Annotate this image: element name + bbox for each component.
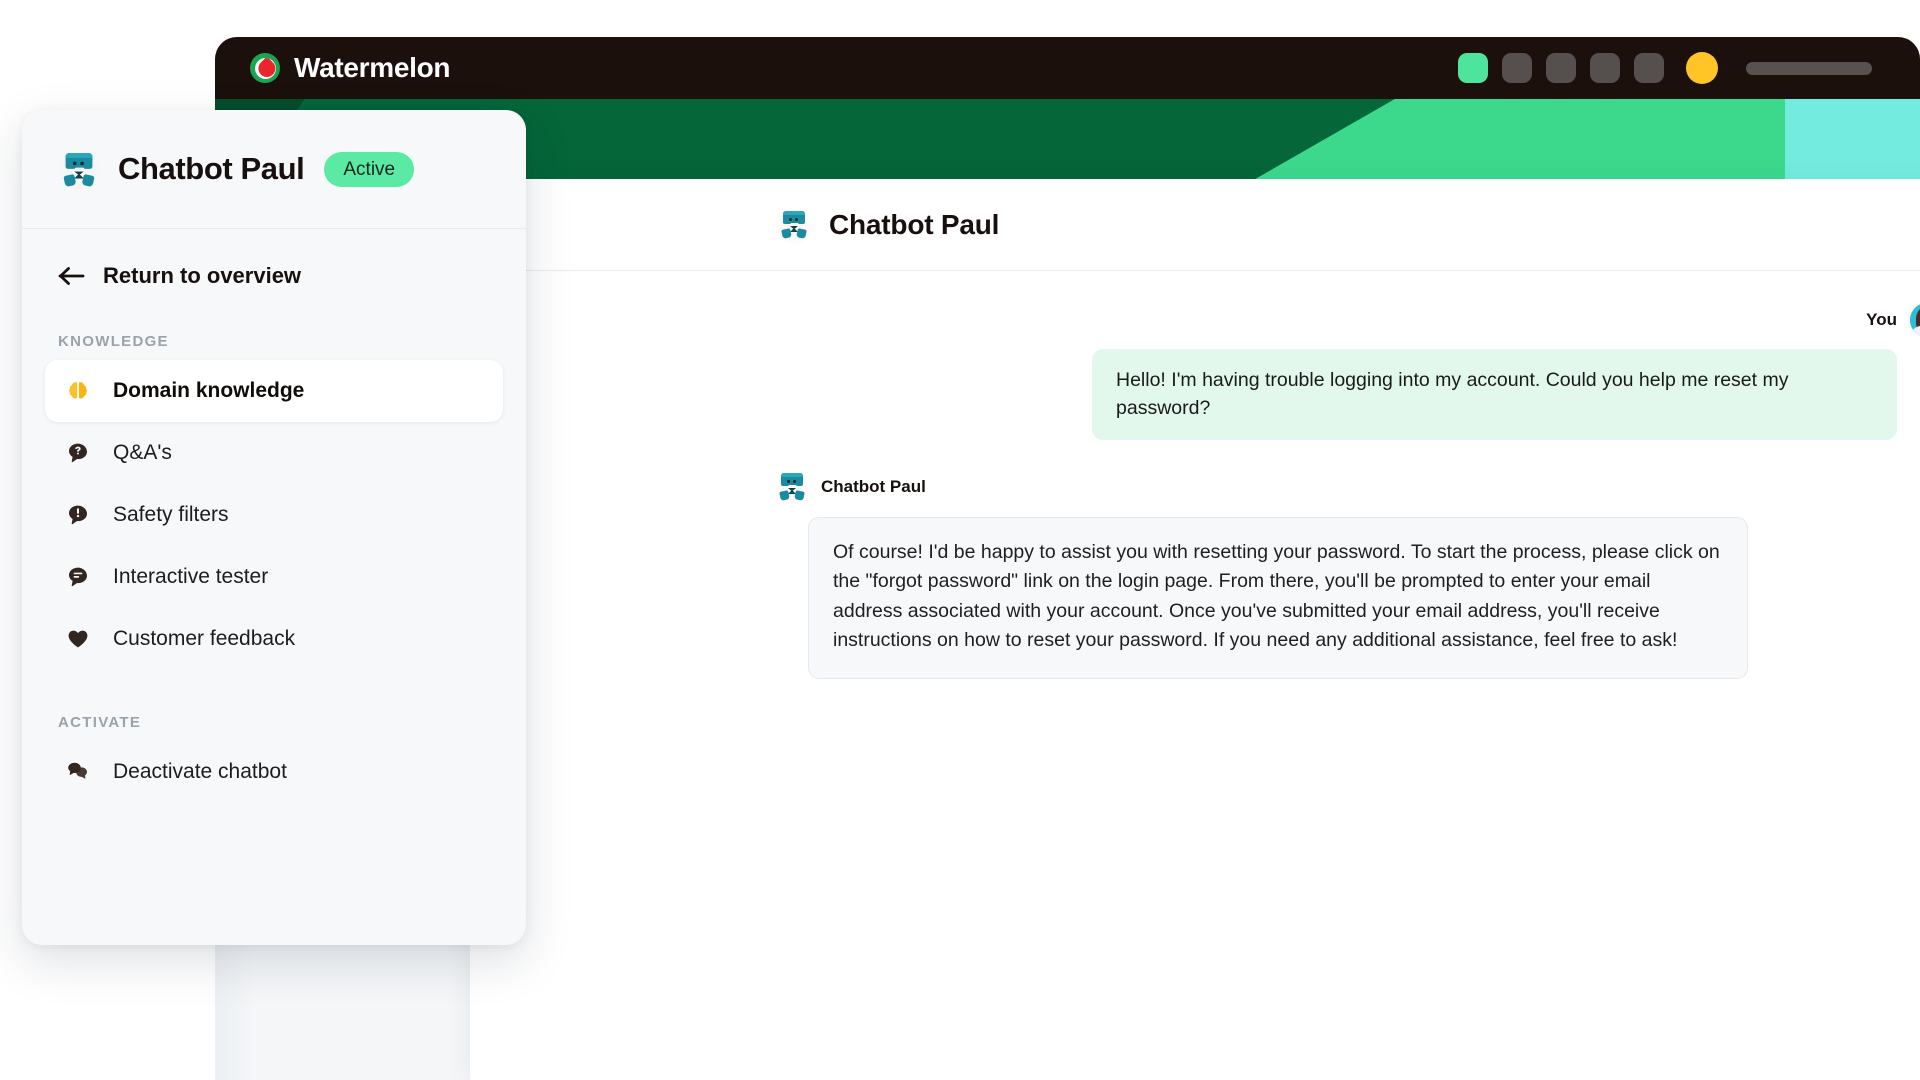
- robot-avatar-icon: [775, 205, 813, 244]
- message-bubble-user: Hello! I'm having trouble logging into m…: [1092, 349, 1897, 440]
- sidebar-item-domain-knowledge[interactable]: Domain knowledge: [45, 360, 503, 422]
- nav-square-1[interactable]: [1502, 53, 1532, 83]
- nav-square-3[interactable]: [1590, 53, 1620, 83]
- sidebar-section-knowledge-list: Domain knowledge Q&A's Safety filters In…: [22, 360, 526, 670]
- brain-icon: [65, 378, 91, 404]
- sidebar-section-knowledge-label: KNOWLEDGE: [58, 333, 169, 350]
- message-user-header: You: [775, 303, 1920, 337]
- alert-bubble-icon: [65, 502, 91, 528]
- sidebar-item-label: Safety filters: [113, 503, 229, 526]
- message-bubble-bot: Of course! I'd be happy to assist you wi…: [808, 516, 1748, 680]
- message-author-name: You: [1866, 310, 1897, 329]
- nav-square-active[interactable]: [1458, 53, 1488, 83]
- nav-square-2[interactable]: [1546, 53, 1576, 83]
- sidebar-item-interactive-tester[interactable]: Interactive tester: [45, 546, 503, 608]
- message-bot-header: Chatbot Paul: [775, 469, 1920, 504]
- question-bubble-icon: [65, 440, 91, 466]
- arrow-left-icon: [58, 265, 85, 287]
- chat-bubbles-icon: [65, 759, 91, 785]
- account-avatar[interactable]: [1686, 52, 1718, 84]
- chat-bubble-icon: [65, 564, 91, 590]
- chat-header: Chatbot Paul: [470, 179, 1920, 271]
- message-author-name: Chatbot Paul: [821, 476, 926, 496]
- search-pill[interactable]: [1746, 61, 1872, 75]
- message-bot: Chatbot Paul Of course! I'd be happy to …: [775, 469, 1920, 680]
- sidebar-item-label: Interactive tester: [113, 565, 269, 588]
- robot-avatar-icon: [775, 469, 809, 504]
- sidebar-item-safety-filters[interactable]: Safety filters: [45, 484, 503, 546]
- robot-avatar-icon: [58, 148, 100, 190]
- sidebar-item-label: Domain knowledge: [113, 379, 305, 402]
- return-to-overview-button[interactable]: Return to overview: [58, 263, 526, 289]
- heart-icon: [65, 626, 91, 652]
- brand-name: Watermelon: [294, 52, 451, 83]
- sidebar-item-qa[interactable]: Q&A's: [45, 422, 503, 484]
- chat-thread: You Hello! I'm having trouble logging in…: [775, 271, 1920, 1080]
- sidebar-title: Chatbot Paul: [118, 151, 305, 186]
- user-photo-avatar: [1910, 303, 1920, 337]
- app-titlebar: Watermelon: [215, 37, 1920, 99]
- watermelon-logo-icon: [250, 53, 280, 83]
- sidebar-item-deactivate-chatbot[interactable]: Deactivate chatbot: [45, 741, 503, 803]
- return-to-overview-label: Return to overview: [103, 263, 302, 288]
- sidebar-item-customer-feedback[interactable]: Customer feedback: [45, 608, 503, 670]
- titlebar-controls: [1458, 37, 1920, 99]
- brand[interactable]: Watermelon: [250, 52, 451, 84]
- sidebar-section-activate-label: ACTIVATE: [58, 714, 142, 731]
- status-badge: Active: [324, 151, 415, 187]
- screen: Chatbot Paul You Hello! I'm having troub…: [0, 0, 1920, 1080]
- sidebar-header: Chatbot Paul Active: [22, 110, 526, 229]
- sidebar-item-label: Q&A's: [113, 441, 172, 464]
- nav-square-4[interactable]: [1634, 53, 1664, 83]
- chatbot-sidebar-panel: Chatbot Paul Active Return to overview K…: [22, 110, 526, 945]
- content-card: Chatbot Paul You Hello! I'm having troub…: [470, 179, 1920, 1080]
- page-title: Chatbot Paul: [829, 208, 1000, 240]
- sidebar-item-label: Deactivate chatbot: [113, 760, 287, 783]
- message-user-row: Hello! I'm having trouble logging into m…: [775, 349, 1920, 440]
- message-user: You Hello! I'm having trouble logging in…: [775, 303, 1920, 440]
- sidebar-section-activate-list: Deactivate chatbot: [22, 741, 526, 803]
- sidebar-item-label: Customer feedback: [113, 627, 296, 650]
